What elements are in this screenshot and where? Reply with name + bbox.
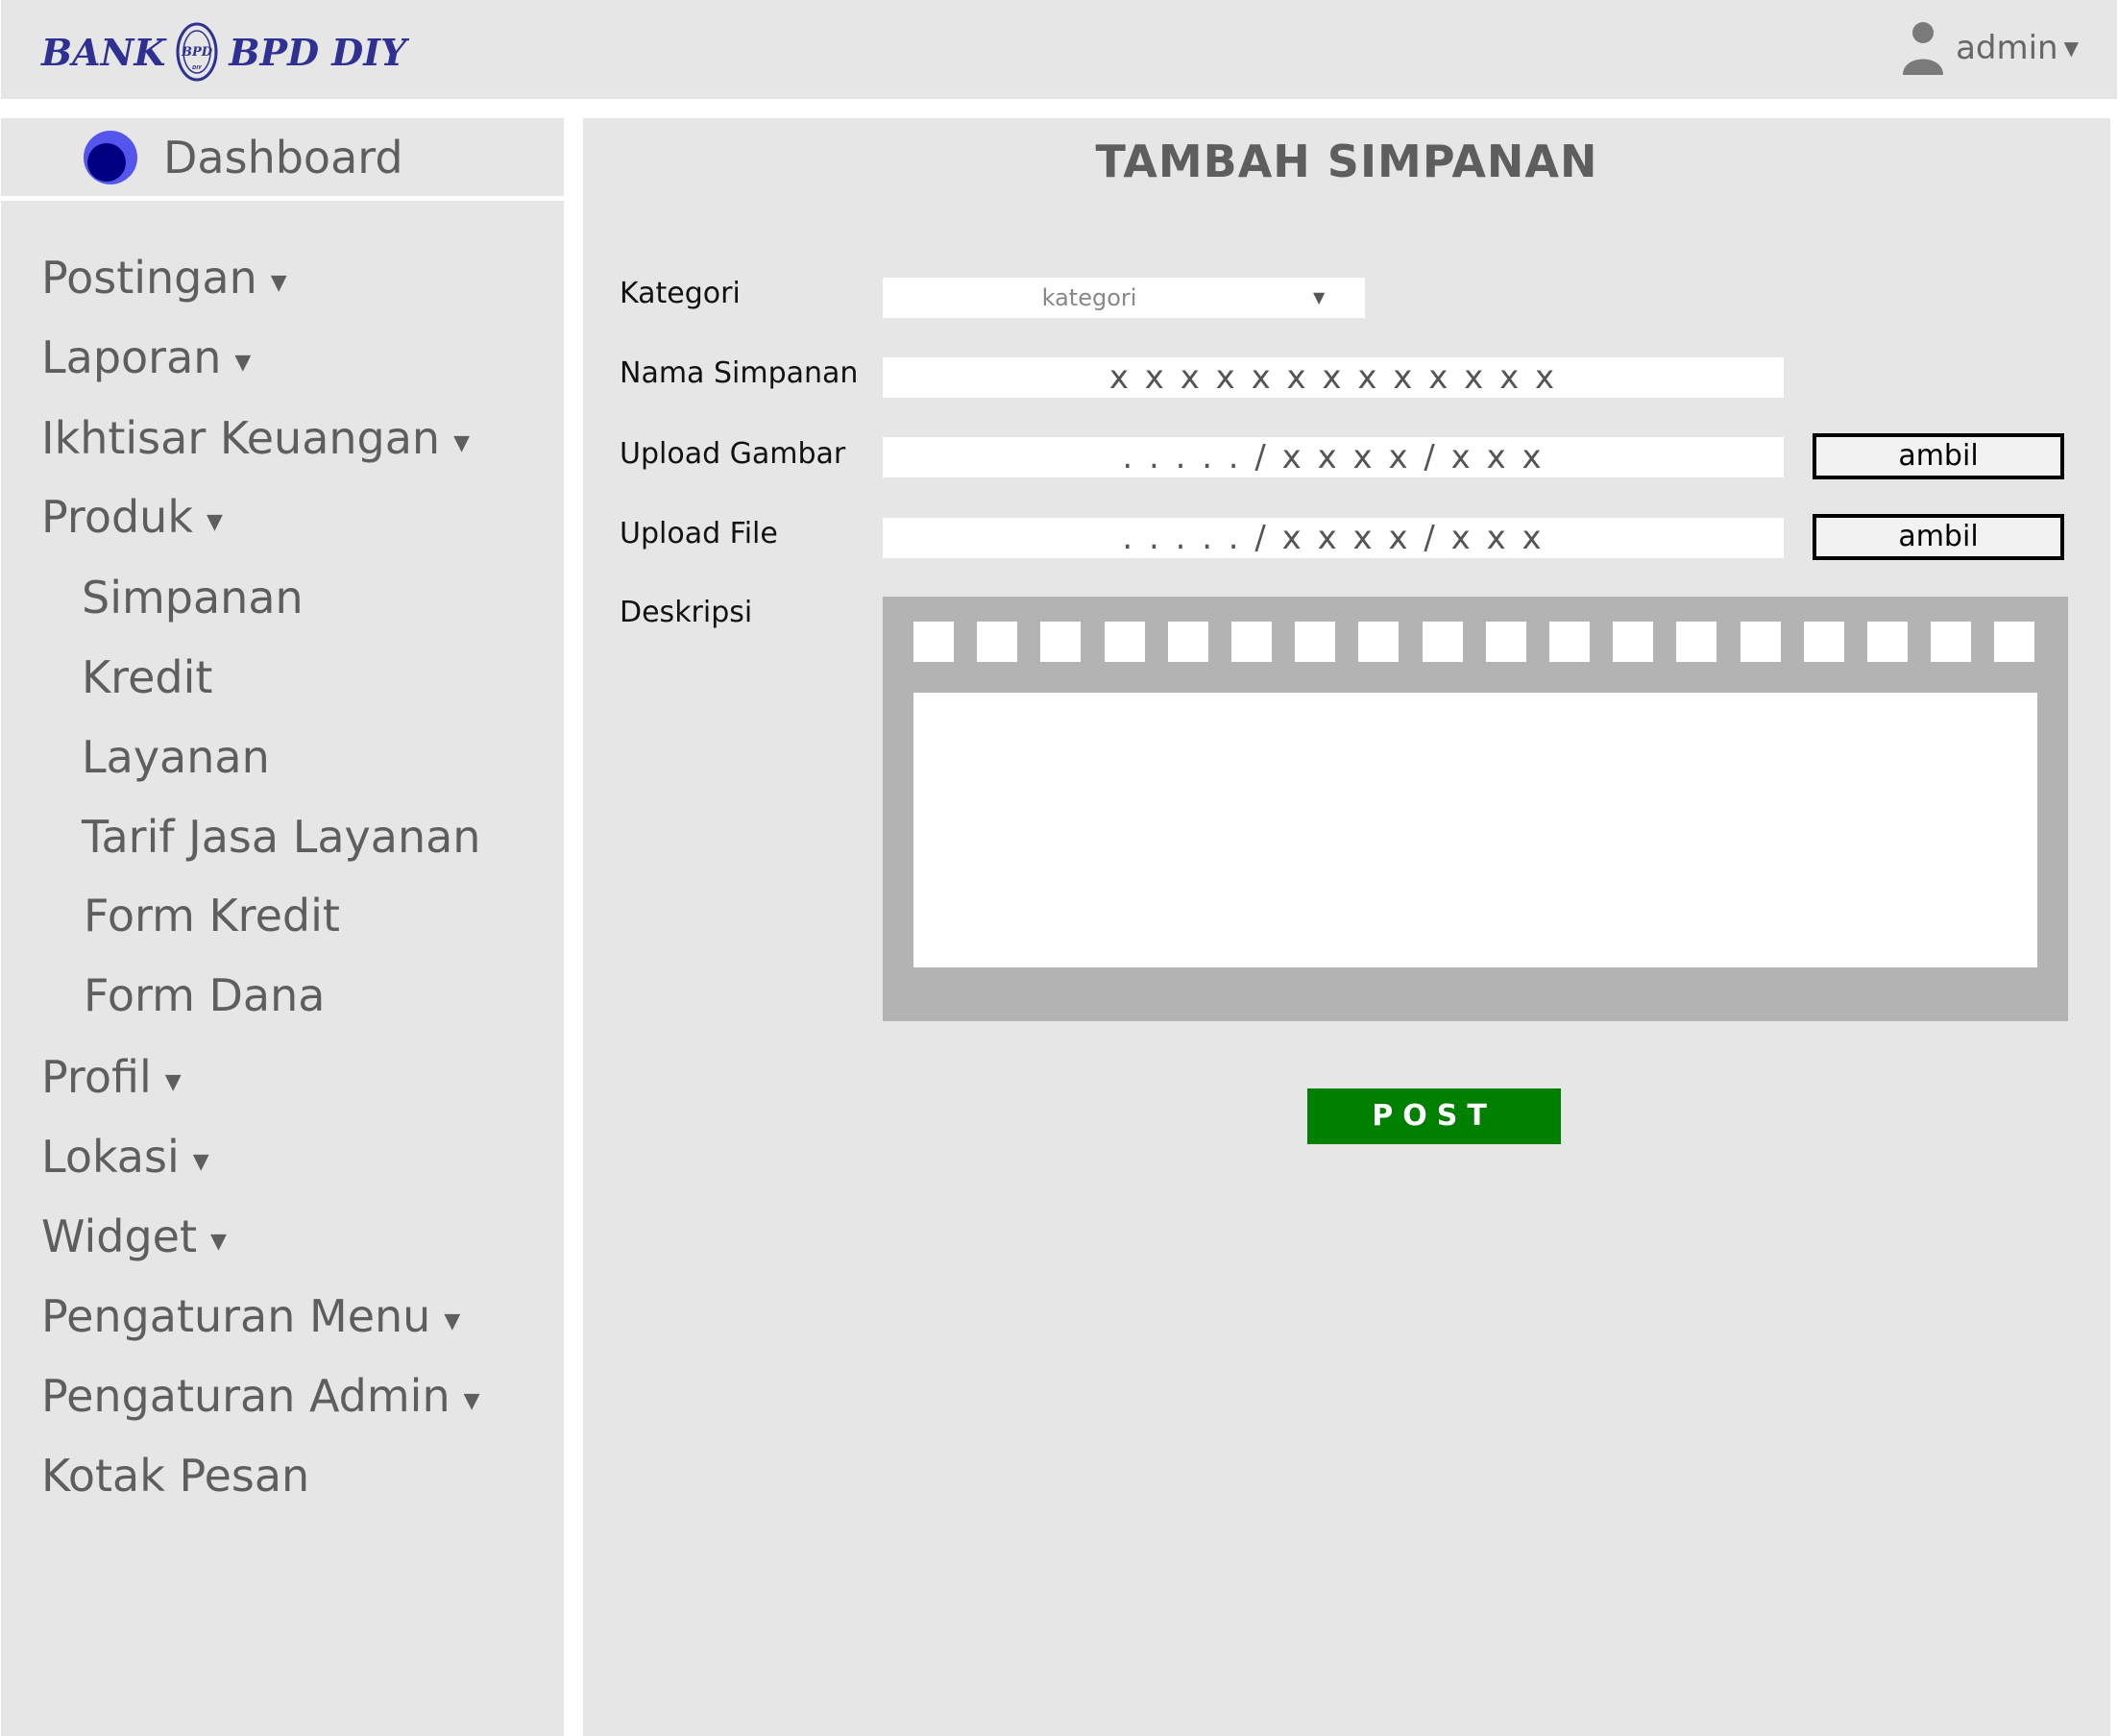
kategori-select[interactable]: kategori ▼ xyxy=(883,278,1365,318)
sidebar-item-postingan[interactable]: Postingan ▼ xyxy=(41,252,287,304)
user-icon xyxy=(1903,22,1944,75)
kategori-select-value: kategori xyxy=(1041,284,1137,311)
nama-simpanan-label: Nama Simpanan xyxy=(620,356,859,390)
sidebar-subitem-form-kredit[interactable]: Form Kredit xyxy=(84,890,340,941)
svg-text:BPD: BPD xyxy=(181,45,213,60)
caret-down-icon: ▼ xyxy=(164,1070,182,1094)
sidebar-item-laporan[interactable]: Laporan ▼ xyxy=(41,331,251,383)
bank-logo[interactable]: BANK BPD DIY BPD DIY xyxy=(41,17,406,86)
caret-down-icon: ▼ xyxy=(234,351,252,375)
page-title: TAMBAH SIMPANAN xyxy=(1095,135,1598,187)
caret-down-icon: ▼ xyxy=(192,1150,209,1174)
editor-toolbar-button[interactable] xyxy=(1740,622,1781,662)
editor-toolbar-button[interactable] xyxy=(1422,622,1463,662)
editor-toolbar-button[interactable] xyxy=(1485,622,1526,662)
caret-down-icon: ▼ xyxy=(463,1389,480,1413)
dashboard-circle-icon xyxy=(84,130,137,184)
logo-text-bank: BANK xyxy=(41,30,166,74)
editor-toolbar-button[interactable] xyxy=(1358,622,1400,662)
editor-toolbar-button[interactable] xyxy=(1549,622,1590,662)
upload-file-label: Upload File xyxy=(620,517,778,550)
sidebar-item-widget[interactable]: Widget ▼ xyxy=(41,1210,227,1262)
sidebar-item-lokasi[interactable]: Lokasi ▼ xyxy=(41,1131,209,1183)
top-header: BANK BPD DIY BPD DIY admin ▼ xyxy=(1,0,2117,99)
sidebar-item-kotak-pesan[interactable]: Kotak Pesan xyxy=(41,1450,309,1502)
editor-toolbar-button[interactable] xyxy=(1994,622,2035,662)
deskripsi-label: Deskripsi xyxy=(620,596,753,629)
sidebar-item-pengaturan-admin[interactable]: Pengaturan Admin ▼ xyxy=(41,1370,480,1422)
editor-toolbar-button[interactable] xyxy=(1613,622,1654,662)
editor-toolbar-button[interactable] xyxy=(1676,622,1717,662)
sidebar-subitem-layanan[interactable]: Layanan xyxy=(82,731,270,783)
deskripsi-textarea[interactable] xyxy=(913,693,2037,967)
sidebar-item-produk[interactable]: Produk ▼ xyxy=(41,491,223,543)
editor-toolbar-button[interactable] xyxy=(1040,622,1082,662)
editor-toolbar-button[interactable] xyxy=(1803,622,1844,662)
caret-down-icon: ▼ xyxy=(210,1230,227,1254)
sidebar-item-dashboard[interactable]: Dashboard xyxy=(1,118,564,196)
sidebar-subitem-simpanan[interactable]: Simpanan xyxy=(82,572,304,623)
editor-toolbar-button[interactable] xyxy=(1867,622,1908,662)
nama-simpanan-input[interactable]: x x x x x x x x x x x x x xyxy=(883,357,1784,398)
kategori-label: Kategori xyxy=(620,277,741,310)
sidebar-subitem-tarif-jasa-layanan[interactable]: Tarif Jasa Layanan xyxy=(82,811,480,863)
upload-gambar-input[interactable]: . . . . . / x x x x / x x x xyxy=(883,437,1784,477)
caret-down-icon: ▼ xyxy=(444,1309,461,1333)
sidebar: Postingan ▼ Laporan ▼ Ikhtisar Keuangan ▼ P… xyxy=(1,201,564,1736)
sidebar-item-pengaturan-menu[interactable]: Pengaturan Menu ▼ xyxy=(41,1290,460,1342)
caret-down-icon: ▼ xyxy=(2063,37,2079,60)
sidebar-subitem-form-dana[interactable]: Form Dana xyxy=(84,969,325,1021)
editor-toolbar-button[interactable] xyxy=(1231,622,1272,662)
caret-down-icon: ▼ xyxy=(270,271,287,295)
caret-down-icon: ▼ xyxy=(453,431,470,455)
dashboard-label: Dashboard xyxy=(163,131,403,183)
sidebar-item-ikhtisar-keuangan[interactable]: Ikhtisar Keuangan ▼ xyxy=(41,412,470,464)
svg-text:DIY: DIY xyxy=(193,65,204,71)
editor-toolbar-button[interactable] xyxy=(913,622,954,662)
sidebar-subitem-kredit[interactable]: Kredit xyxy=(82,651,212,703)
editor-toolbar-button[interactable] xyxy=(1931,622,1972,662)
caret-down-icon: ▼ xyxy=(206,510,223,534)
user-menu[interactable]: admin ▼ xyxy=(1902,13,2079,83)
user-name: admin xyxy=(1956,29,2058,67)
editor-toolbar-button[interactable] xyxy=(977,622,1018,662)
upload-gambar-ambil-button[interactable]: ambil xyxy=(1813,433,2064,479)
upload-file-input[interactable]: . . . . . / x x x x / x x x xyxy=(883,518,1784,558)
bank-emblem-icon: BPD DIY xyxy=(176,22,218,82)
logo-text-bpd: BPD DIY xyxy=(229,30,407,74)
main-content: TAMBAH SIMPANAN Kategori kategori ▼ Nama… xyxy=(583,118,2110,1736)
chevron-down-icon: ▼ xyxy=(1313,288,1326,306)
post-button[interactable]: POST xyxy=(1307,1088,1561,1144)
editor-toolbar-button[interactable] xyxy=(1295,622,1336,662)
deskripsi-editor xyxy=(883,597,2068,1021)
editor-toolbar-button[interactable] xyxy=(1167,622,1208,662)
sidebar-item-profil[interactable]: Profil ▼ xyxy=(41,1051,182,1103)
upload-gambar-label: Upload Gambar xyxy=(620,437,846,471)
editor-toolbar-button[interactable] xyxy=(1104,622,1145,662)
upload-file-ambil-button[interactable]: ambil xyxy=(1813,514,2064,560)
